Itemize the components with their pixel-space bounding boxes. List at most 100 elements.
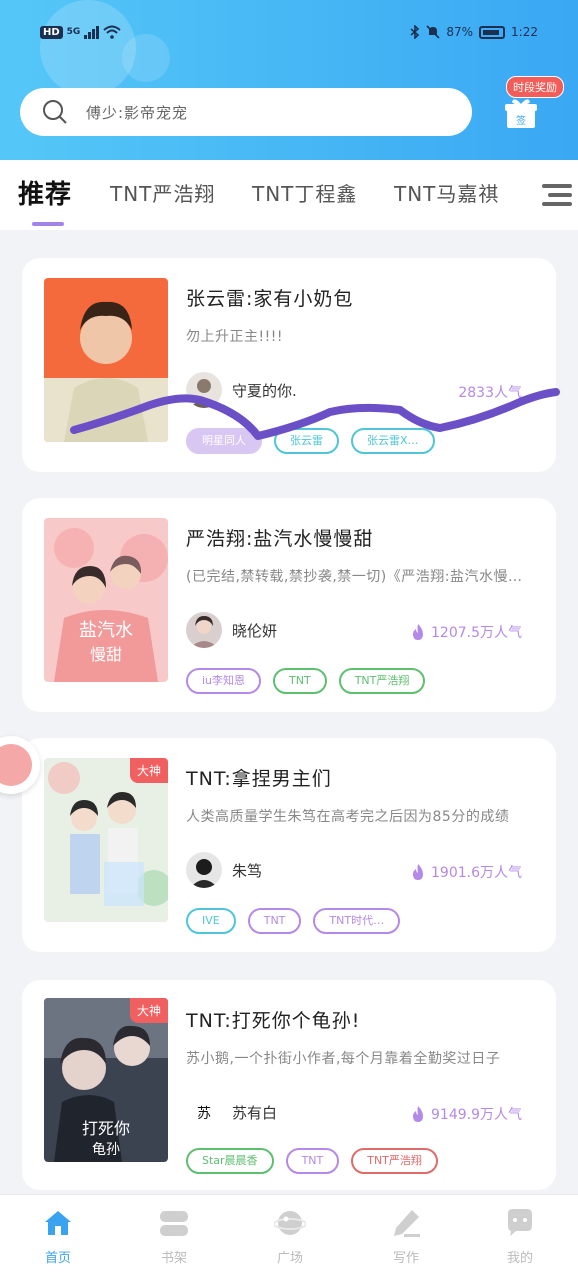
author-name[interactable]: 晓伦妍 (232, 620, 277, 641)
bottom-nav: 首页 书架 广场 写作 我的 (0, 1194, 578, 1280)
cover-badge: 大神 (129, 758, 168, 783)
svg-text:苏: 苏 (197, 1106, 211, 1122)
tag-chip[interactable]: TNT严浩翔 (338, 668, 426, 694)
book-description: 人类高质量学生朱笃在高考完之后因为85分的成绩 (186, 809, 510, 825)
header: HD 5G 87% 1:22 傅少:影帝宠宠 时段奖励 签 (0, 0, 578, 160)
tag-list: Star晨晨香 TNT TNT严浩翔 (186, 1148, 438, 1174)
nav-label: 写作 (392, 1251, 419, 1266)
popularity-value: 1207.5万人气 (431, 625, 522, 641)
avatar[interactable] (186, 852, 222, 888)
search-placeholder: 傅少:影帝宠宠 (86, 103, 189, 122)
svg-text:慢甜: 慢甜 (90, 645, 122, 664)
author-name[interactable]: 苏有白 (232, 1102, 277, 1123)
gift-icon: 签 (505, 99, 537, 128)
book-cover[interactable]: 大神 (44, 758, 168, 922)
tag-chip[interactable]: TNT (285, 1148, 340, 1174)
flame-icon (413, 624, 423, 640)
status-bar: HD 5G 87% 1:22 (0, 20, 578, 50)
book-title[interactable]: TNT:拿捏男主们 (186, 764, 332, 791)
book-card[interactable]: 盐汽水 慢甜 严浩翔:盐汽水慢慢甜 (已完结,禁转载,禁抄袭,禁一切)《严浩翔:… (22, 498, 556, 712)
nav-home[interactable]: 首页 (18, 1207, 98, 1266)
clock: 1:22 (511, 25, 538, 39)
book-description: (已完结,禁转载,禁抄袭,禁一切)《严浩翔:盐汽水慢慢甜》 (186, 569, 536, 585)
tag-chip[interactable]: 张云雷 (274, 428, 339, 454)
tag-list: iu李知恩 TNT TNT严浩翔 (186, 668, 426, 694)
mute-bell-icon (426, 25, 440, 39)
sign-in-reward-button[interactable]: 时段奖励 签 (500, 76, 566, 138)
book-cover[interactable]: 盐汽水 慢甜 (44, 518, 168, 682)
wifi-icon (103, 25, 121, 39)
book-cover[interactable]: 打死你 龟孙 大神 (44, 998, 168, 1162)
tag-chip[interactable]: 张云雷X… (351, 428, 435, 454)
tag-chip[interactable]: TNT严浩翔 (351, 1148, 438, 1174)
popularity-value: 2833人气 (458, 385, 522, 401)
nav-label: 书架 (160, 1251, 187, 1266)
flame-icon (413, 864, 423, 880)
planet-icon (274, 1211, 306, 1235)
signal-icon (84, 25, 100, 39)
tag-list: 明星同人 张云雷 张云雷X… (186, 428, 435, 454)
popularity: 2833人气 (458, 382, 522, 402)
tag-chip[interactable]: TNT时代… (313, 908, 401, 934)
tag-chip[interactable]: iu李知恩 (186, 668, 262, 694)
tag-chip[interactable]: Star晨晨香 (186, 1148, 274, 1174)
nav-write[interactable]: 写作 (366, 1207, 446, 1266)
avatar[interactable] (186, 612, 222, 648)
avatar[interactable]: 苏 (186, 1094, 222, 1130)
author-name[interactable]: 守夏的你. (232, 380, 297, 401)
tab-recommend[interactable]: 推荐 (18, 174, 72, 211)
tab-tnt-ding[interactable]: TNT丁程鑫 (252, 178, 357, 207)
active-tab-indicator (32, 222, 64, 226)
search-bar[interactable]: 傅少:影帝宠宠 (20, 88, 472, 136)
popularity: 9149.9万人气 (411, 1104, 522, 1124)
book-title[interactable]: TNT:打死你个龟孙! (186, 1006, 360, 1033)
popularity-value: 9149.9万人气 (431, 1107, 522, 1123)
gift-box-label: 签 (516, 114, 526, 127)
chat-bubble-icon (508, 1209, 532, 1236)
nav-bookshelf[interactable]: 书架 (134, 1207, 214, 1266)
tag-chip[interactable]: 明星同人 (186, 428, 262, 454)
battery-percent: 87% (446, 25, 474, 39)
camera-icon (0, 744, 32, 786)
search-icon (43, 100, 67, 124)
author-name[interactable]: 朱笃 (232, 860, 262, 881)
network-type: 5G (66, 27, 81, 37)
svg-text:盐汽水: 盐汽水 (79, 620, 133, 641)
tag-chip[interactable]: TNT (273, 668, 327, 694)
book-description: 勿上升正主!!!! (186, 329, 283, 345)
popularity-value: 1901.6万人气 (431, 865, 522, 881)
book-cover[interactable] (44, 278, 168, 442)
book-card[interactable]: 张云雷:家有小奶包 勿上升正主!!!! 守夏的你. 2833人气 明星同人 张云… (22, 258, 556, 472)
tag-chip[interactable]: TNT (247, 908, 302, 934)
cover-badge: 大神 (129, 998, 168, 1023)
home-icon (45, 1211, 71, 1235)
popularity: 1207.5万人气 (411, 622, 522, 642)
svg-text:龟孙: 龟孙 (92, 1142, 120, 1158)
nav-label: 我的 (506, 1251, 533, 1266)
nav-label: 首页 (44, 1251, 71, 1266)
nav-square[interactable]: 广场 (250, 1207, 330, 1266)
reward-badge: 时段奖励 (506, 76, 564, 98)
flame-icon (413, 1106, 423, 1122)
book-card[interactable]: 大神 TNT:拿捏男主们 人类高质量学生朱笃在高考完之后因为85分的成绩 朱笃 … (22, 738, 556, 952)
tag-chip[interactable]: IVE (186, 908, 236, 934)
book-description: 苏小鹅,一个扑街小作者,每个月靠着全勤奖过日子 (186, 1051, 501, 1067)
book-card[interactable]: 打死你 龟孙 大神 TNT:打死你个龟孙! 苏小鹅,一个扑街小作者,每个月靠着全… (22, 980, 556, 1190)
menu-icon[interactable] (540, 180, 574, 210)
book-title[interactable]: 张云雷:家有小奶包 (186, 284, 353, 311)
hd-badge: HD (40, 25, 63, 39)
tag-list: IVE TNT TNT时代… (186, 908, 401, 934)
popularity: 1901.6万人气 (411, 862, 522, 882)
avatar[interactable] (186, 372, 222, 408)
tab-tnt-ma[interactable]: TNT马嘉祺 (394, 178, 499, 207)
book-title[interactable]: 严浩翔:盐汽水慢慢甜 (186, 524, 373, 551)
bluetooth-icon (410, 25, 420, 39)
tab-tnt-yan[interactable]: TNT严浩翔 (110, 178, 215, 207)
nav-mine[interactable]: 我的 (480, 1207, 560, 1266)
pen-icon (394, 1210, 420, 1237)
category-tabs: 推荐 TNT严浩翔 TNT丁程鑫 TNT马嘉祺 (0, 160, 578, 230)
bookshelf-icon (160, 1211, 188, 1236)
svg-text:打死你: 打死你 (82, 1119, 130, 1138)
nav-label: 广场 (276, 1251, 303, 1266)
battery-icon (479, 25, 506, 39)
